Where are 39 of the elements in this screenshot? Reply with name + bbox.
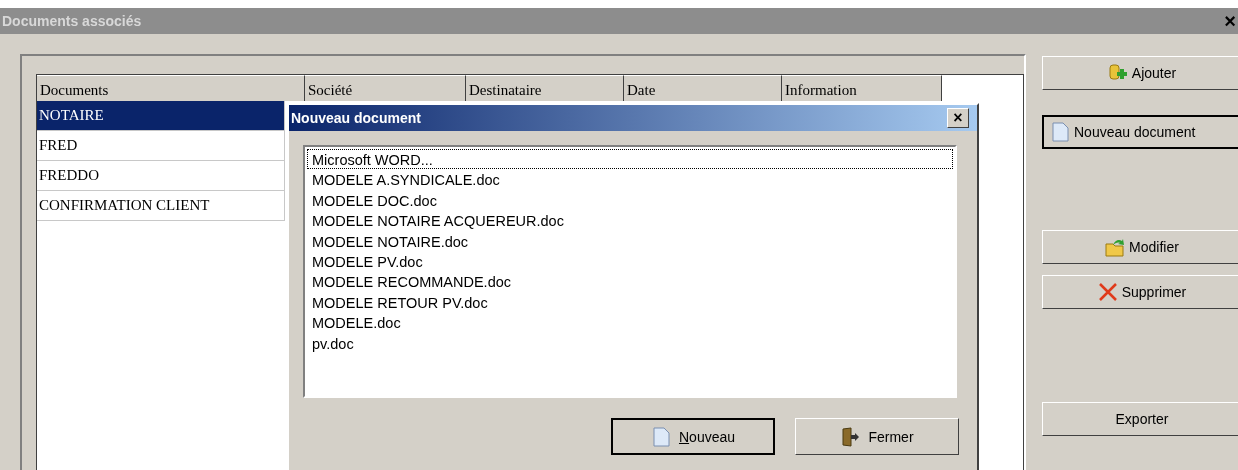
delete-button[interactable]: Supprimer: [1042, 275, 1238, 309]
delete-icon: [1097, 282, 1118, 302]
document-icon: [650, 426, 671, 447]
table-cell-text: NOTAIRE: [38, 107, 104, 124]
add-icon: [1107, 63, 1128, 83]
table-row[interactable]: NOTAIRE: [37, 101, 285, 131]
table-cell-text: FREDDO: [38, 167, 99, 184]
list-item[interactable]: MODELE RECOMMANDE.doc: [307, 271, 953, 292]
table-row[interactable]: FRED: [37, 131, 285, 161]
document-icon: [1050, 122, 1070, 142]
dialog-title: Nouveau document: [291, 110, 421, 126]
table-row[interactable]: FREDDO: [37, 161, 285, 191]
list-item[interactable]: MODELE NOTAIRE ACQUEREUR.doc: [307, 210, 953, 231]
list-item[interactable]: MODELE NOTAIRE.doc: [307, 230, 953, 251]
close-button[interactable]: ×: [1222, 11, 1238, 31]
list-item[interactable]: MODELE RETOUR PV.doc: [307, 291, 953, 313]
list-item[interactable]: pv.doc: [307, 332, 953, 353]
new-button[interactable]: Nouveau document: [1042, 115, 1238, 149]
door-icon: [840, 426, 861, 447]
close-button[interactable]: Fermer: [795, 418, 959, 455]
table-row[interactable]: CONFIRMATION CLIENT: [37, 191, 285, 221]
edit-button[interactable]: Modifier: [1042, 230, 1238, 264]
table-cell-text: FRED: [38, 137, 78, 154]
new-button[interactable]: Nouveau: [611, 418, 775, 455]
add-button[interactable]: Ajouter: [1042, 56, 1238, 90]
table-cell-text: CONFIRMATION CLIENT: [38, 197, 210, 214]
window-title: Documents associés: [1, 13, 142, 29]
list-item[interactable]: MODELE A.SYNDICALE.doc: [307, 169, 953, 190]
list-item[interactable]: MODELE DOC.doc: [307, 189, 953, 211]
close-button[interactable]: ×: [947, 108, 969, 128]
export-button[interactable]: Exporter: [1042, 402, 1238, 436]
list-item[interactable]: Microsoft WORD...: [307, 149, 953, 170]
list-item[interactable]: MODELE PV.doc: [307, 250, 953, 272]
list-item[interactable]: MODELE.doc: [307, 312, 953, 333]
column-header[interactable]: Destinataire: [466, 75, 624, 101]
column-header[interactable]: Information: [782, 75, 942, 101]
folder-arrow-icon: [1105, 237, 1126, 257]
column-header[interactable]: Date: [624, 75, 782, 101]
column-header[interactable]: Société: [305, 75, 466, 101]
